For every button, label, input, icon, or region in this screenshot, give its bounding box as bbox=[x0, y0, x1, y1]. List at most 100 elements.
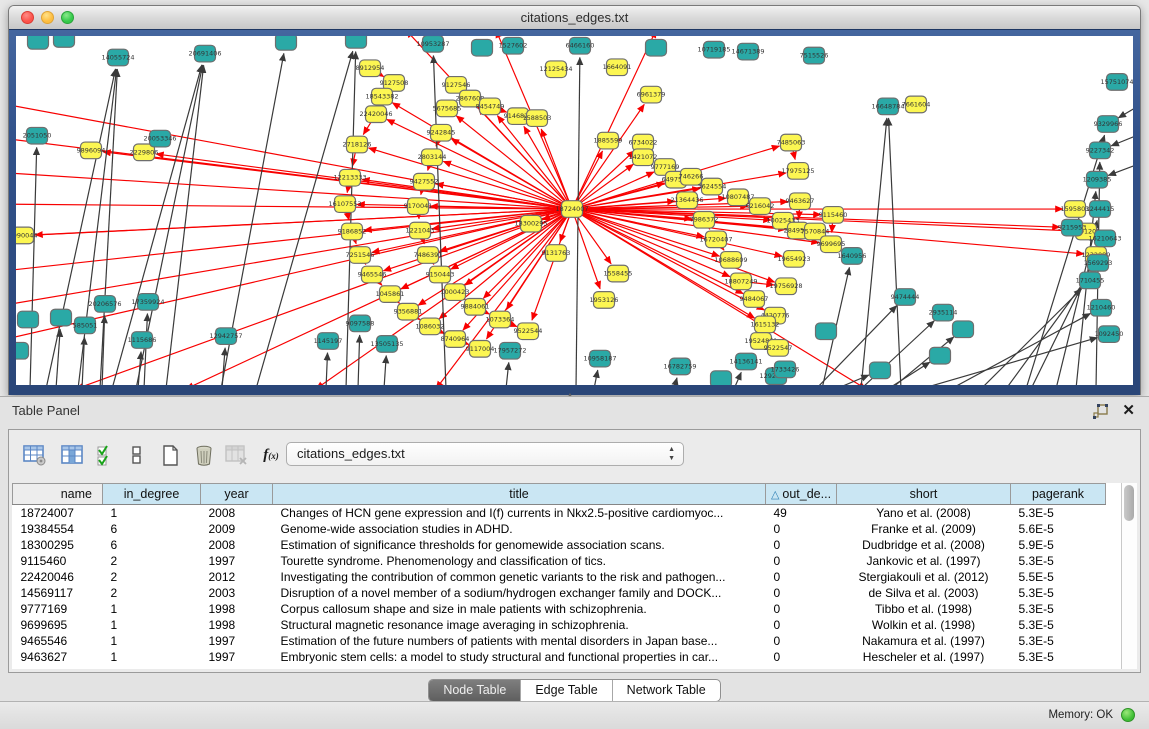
graph-node-label: 6466160 bbox=[566, 42, 595, 50]
memory-ok-indicator[interactable] bbox=[1121, 708, 1135, 722]
graph-node[interactable] bbox=[28, 36, 49, 49]
graph-node-label: 12125434 bbox=[540, 65, 573, 73]
table-row[interactable]: 1830029562008Estimation of significance … bbox=[13, 537, 1106, 553]
graph-node-label: 1209385 bbox=[1083, 176, 1112, 184]
graph-node[interactable] bbox=[711, 371, 732, 385]
table-cell: 0 bbox=[766, 569, 837, 585]
graph-node-label: 1569293 bbox=[1084, 259, 1113, 267]
table-row[interactable]: 946554611997Estimation of the future num… bbox=[13, 633, 1106, 649]
graph-node-label: 16648784 bbox=[872, 102, 905, 110]
table-cell: 1 bbox=[103, 601, 201, 617]
graph-node[interactable] bbox=[346, 36, 367, 48]
graph-node-label: 7986372 bbox=[690, 216, 719, 224]
graph-node-label: 9131763 bbox=[542, 249, 571, 257]
tab-node-table[interactable]: Node Table bbox=[429, 680, 520, 701]
table-row[interactable]: 969969511998Structural magnetic resonanc… bbox=[13, 617, 1106, 633]
graph-node-label: 1615132 bbox=[751, 320, 780, 328]
table-cell: Jankovic et al. (1997) bbox=[837, 553, 1011, 569]
column-header-year[interactable]: year bbox=[201, 484, 273, 505]
node-table-container: name in_degree year title △out_de... sho… bbox=[12, 483, 1137, 669]
graph-node-label: 9777169 bbox=[651, 163, 680, 171]
float-window-icon[interactable] bbox=[1093, 403, 1109, 419]
graph-node[interactable] bbox=[276, 36, 297, 50]
table-type-segmented-control: Node Table Edge Table Network Table bbox=[428, 679, 720, 702]
graph-node-label: 9097588 bbox=[346, 319, 375, 327]
column-header-out-degree[interactable]: △out_de... bbox=[766, 484, 837, 505]
column-header-in-degree[interactable]: in_degree bbox=[103, 484, 201, 505]
graph-node-label: 18543382 bbox=[366, 93, 399, 101]
graph-node-label: 1421072 bbox=[629, 153, 658, 161]
graph-node-label: 7251546 bbox=[346, 251, 375, 259]
table-row[interactable]: 1938455462009Genome-wide association stu… bbox=[13, 521, 1106, 537]
table-cell: 0 bbox=[766, 521, 837, 537]
graph-node-label: 20691406 bbox=[189, 50, 222, 58]
graph-node-label: 1885599 bbox=[594, 137, 623, 145]
table-cell: Nakamura et al. (1997) bbox=[837, 633, 1011, 649]
column-header-pagerank[interactable]: pagerank bbox=[1011, 484, 1106, 505]
graph-node[interactable] bbox=[54, 36, 75, 47]
tab-edge-table[interactable]: Edge Table bbox=[520, 680, 611, 701]
graph-node-label: 1640956 bbox=[838, 252, 867, 260]
graph-node[interactable] bbox=[51, 309, 72, 326]
graph-node[interactable] bbox=[18, 311, 39, 328]
table-cell: 5.6E-5 bbox=[1011, 521, 1106, 537]
table-cell: 2 bbox=[103, 553, 201, 569]
column-visibility-icon[interactable] bbox=[59, 441, 87, 469]
table-cell: 2 bbox=[103, 569, 201, 585]
table-cell: 1 bbox=[103, 633, 201, 649]
tab-network-table[interactable]: Network Table bbox=[612, 680, 720, 701]
dropdown-stepper-icon: ▲▼ bbox=[668, 445, 675, 463]
graph-node-label: 15751074 bbox=[1101, 78, 1133, 86]
graph-node[interactable] bbox=[646, 39, 667, 56]
function-builder-icon[interactable]: f(x) bbox=[257, 441, 285, 469]
graph-node[interactable] bbox=[16, 342, 29, 359]
node-table-body: 1872400712008Changes of HCN gene express… bbox=[13, 505, 1106, 666]
table-row[interactable]: 946362711997Embryonic stem cells: a mode… bbox=[13, 649, 1106, 665]
graph-node-label: 746266 bbox=[679, 173, 704, 181]
new-table-icon[interactable] bbox=[157, 441, 185, 469]
graph-node-label: 12213333 bbox=[334, 174, 367, 182]
table-cell: Wolkin et al. (1998) bbox=[837, 617, 1011, 633]
table-cell: 2009 bbox=[201, 521, 273, 537]
delete-table-icon[interactable] bbox=[190, 441, 218, 469]
table-cell: 19384554 bbox=[13, 521, 103, 537]
graph-node[interactable] bbox=[816, 323, 837, 340]
table-cell: 5.3E-5 bbox=[1011, 601, 1106, 617]
graph-node[interactable] bbox=[870, 362, 891, 379]
column-header-title[interactable]: title bbox=[273, 484, 766, 505]
table-cell: 49 bbox=[766, 505, 837, 522]
network-selector-dropdown[interactable]: citations_edges.txt ▲▼ bbox=[286, 442, 684, 466]
table-row[interactable]: 911546021997Tourette syndrome. Phenomeno… bbox=[13, 553, 1106, 569]
table-cell: 9115460 bbox=[13, 553, 103, 569]
graph-node-label: 9884061 bbox=[461, 303, 490, 311]
graph-node-label: 3624554 bbox=[698, 183, 727, 191]
table-cell: 14569117 bbox=[13, 585, 103, 601]
table-cell: 6 bbox=[103, 521, 201, 537]
graph-node-label: 1073364 bbox=[486, 316, 515, 324]
network-canvas[interactable]: 1872400789129549127508185433822242004627… bbox=[16, 36, 1133, 385]
selection-mode-icon[interactable] bbox=[93, 441, 121, 469]
graph-node-label: 2803144 bbox=[418, 153, 447, 161]
window-titlebar[interactable]: citations_edges.txt bbox=[9, 6, 1140, 30]
table-vertical-scrollbar[interactable] bbox=[1121, 483, 1137, 669]
table-row[interactable]: 2242004622012Investigating the contribut… bbox=[13, 569, 1106, 585]
window-title: citations_edges.txt bbox=[9, 6, 1140, 29]
table-cell: 22420046 bbox=[13, 569, 103, 585]
table-row[interactable]: 1872400712008Changes of HCN gene express… bbox=[13, 505, 1106, 522]
row-height-icon[interactable] bbox=[123, 441, 151, 469]
table-row[interactable]: 977716911998Corpus callosum shape and si… bbox=[13, 601, 1106, 617]
table-settings-icon[interactable] bbox=[21, 441, 49, 469]
table-tab-bar: Node Table Edge Table Network Table bbox=[0, 677, 1149, 703]
graph-node[interactable] bbox=[472, 39, 493, 56]
graph-node-label: 1953126 bbox=[590, 296, 619, 304]
node-table: name in_degree year title △out_de... sho… bbox=[12, 483, 1106, 665]
close-panel-icon[interactable]: ✕ bbox=[1122, 401, 1135, 419]
column-header-name[interactable]: name bbox=[13, 484, 103, 505]
table-cell: 9463627 bbox=[13, 649, 103, 665]
graph-node[interactable] bbox=[953, 321, 974, 338]
column-header-short[interactable]: short bbox=[837, 484, 1011, 505]
scrollbar-thumb[interactable] bbox=[1124, 485, 1134, 521]
table-row[interactable]: 1456911722003Disruption of a novel membe… bbox=[13, 585, 1106, 601]
graph-node[interactable] bbox=[930, 347, 951, 364]
table-header-row: name in_degree year title △out_de... sho… bbox=[13, 484, 1106, 505]
